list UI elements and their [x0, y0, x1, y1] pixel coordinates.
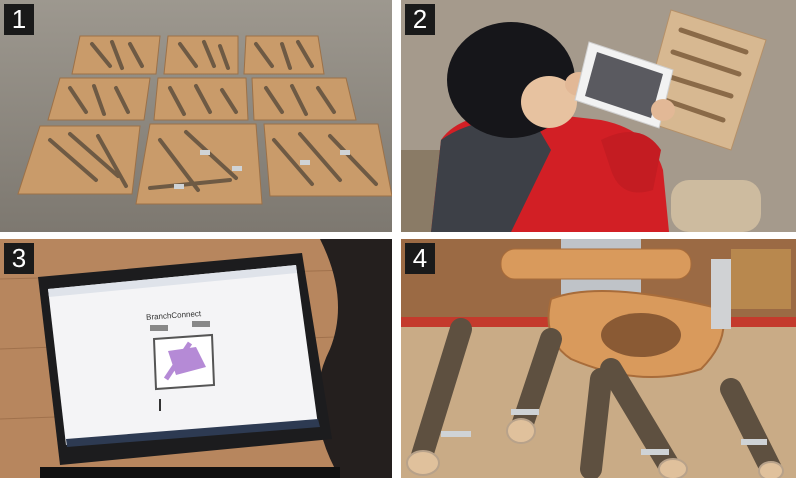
child-with-tablet-photo — [401, 0, 796, 232]
laptop-photo — [0, 239, 392, 478]
panel-number-label: 4 — [405, 243, 435, 274]
panel-number-label: 1 — [4, 4, 34, 35]
panel-number-label: 3 — [4, 243, 34, 274]
photo-panel-3: 3 BranchConnect — [0, 239, 392, 478]
photo-panel-2: 2 — [401, 0, 796, 232]
panel-number-label: 2 — [405, 4, 435, 35]
branches-on-boards-photo — [0, 0, 392, 232]
photo-panel-1: 1 — [0, 0, 392, 232]
photo-panel-4: 4 — [401, 239, 796, 478]
cnc-cutting-photo — [401, 239, 796, 478]
